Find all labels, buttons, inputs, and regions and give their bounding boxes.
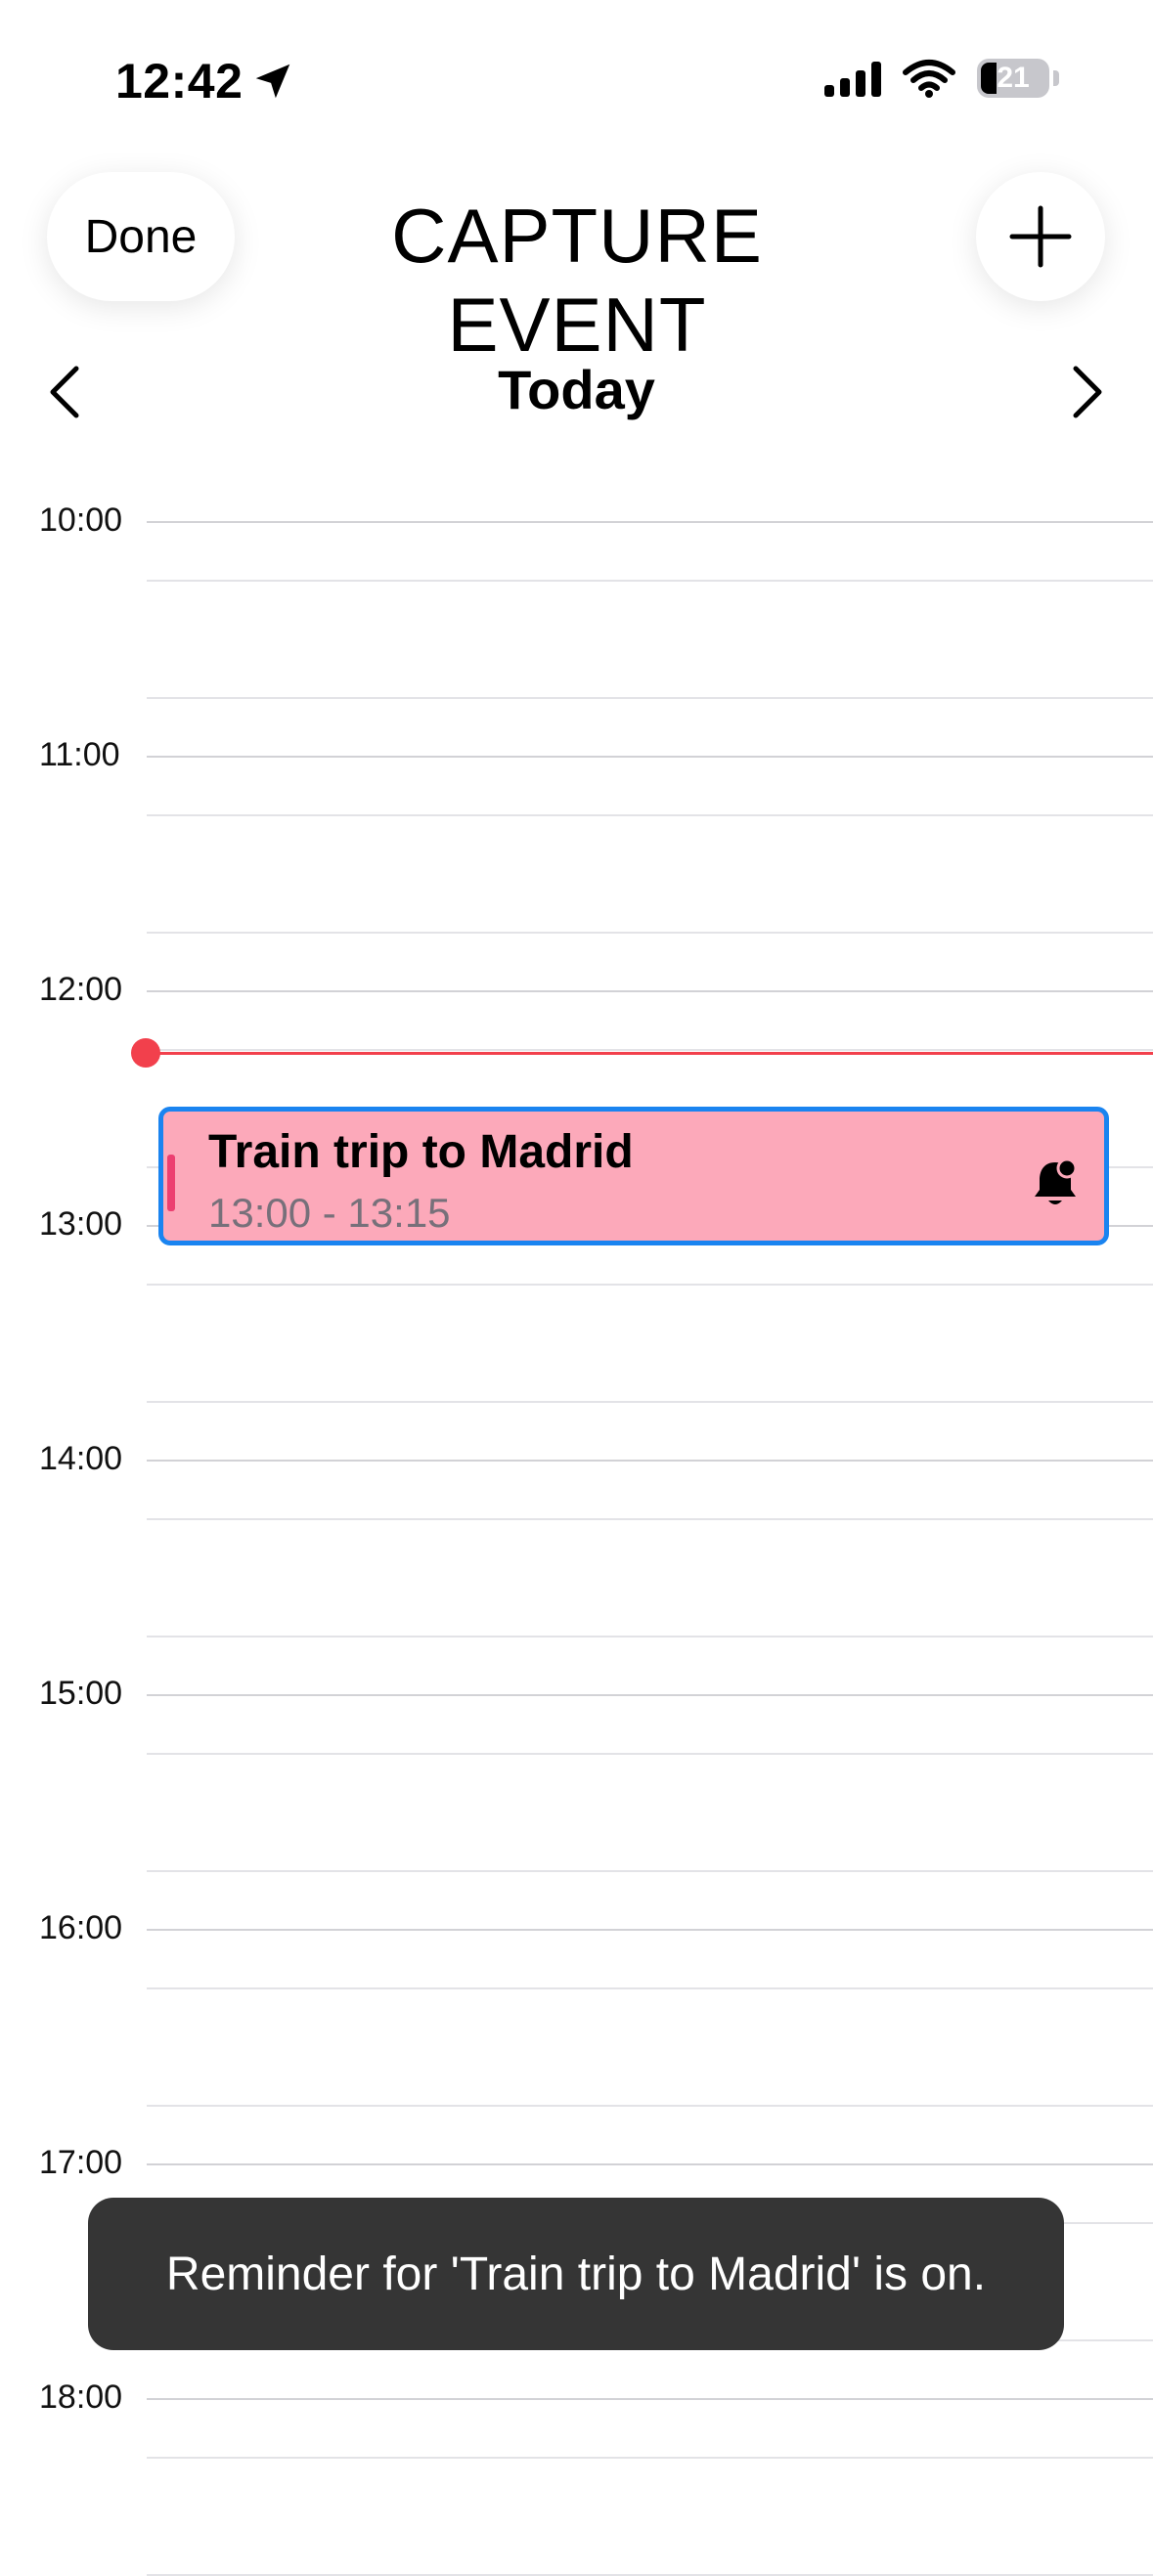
hour-gridline [147,2163,1153,2165]
quarter-gridline [147,1753,1153,1755]
quarter-gridline [147,1870,1153,1872]
quarter-gridline [147,1636,1153,1637]
hour-gridline [147,521,1153,523]
hour-gridline [147,990,1153,992]
hour-label: 16:00 [39,1909,123,1946]
quarter-gridline [147,1401,1153,1403]
event-title: Train trip to Madrid [208,1126,634,1178]
quarter-gridline [147,814,1153,816]
quarter-gridline [147,580,1153,582]
hour-gridline [147,1694,1153,1696]
reminder-toast: Reminder for 'Train trip to Madrid' is o… [88,2198,1064,2350]
quarter-gridline [147,697,1153,699]
day-timeline[interactable]: 10:00 11:00 12:00 13:00 14:00 15:00 16:00 17:00… [0,0,1153,2576]
hour-label: 12:00 [39,971,123,1008]
hour-gridline [147,1929,1153,1931]
event-time: 13:00 - 13:15 [208,1190,451,1236]
hour-label: 13:00 [39,1205,123,1243]
battery-level: 21 [997,62,1030,94]
event-color-stripe [167,1155,175,1211]
quarter-gridline [147,932,1153,934]
hour-label: 10:00 [39,502,123,539]
hour-label: 14:00 [39,1440,123,1477]
current-time-dot [131,1038,160,1068]
bell-icon[interactable] [1030,1157,1081,1209]
hour-gridline [147,756,1153,758]
hour-gridline [147,2398,1153,2400]
quarter-gridline [147,1987,1153,1989]
quarter-gridline [147,2105,1153,2107]
quarter-gridline [147,1284,1153,1286]
hour-label: 17:00 [39,2144,123,2181]
event-block[interactable]: Train trip to Madrid 13:00 - 13:15 [158,1107,1109,1245]
hour-gridline [147,1460,1153,1462]
hour-label: 11:00 [39,736,120,773]
hour-label: 15:00 [39,1675,123,1712]
quarter-gridline [147,1049,1153,1051]
quarter-gridline [147,1518,1153,1520]
current-time-line [145,1052,1153,1055]
quarter-gridline [147,2457,1153,2459]
hour-label: 18:00 [39,2379,123,2416]
